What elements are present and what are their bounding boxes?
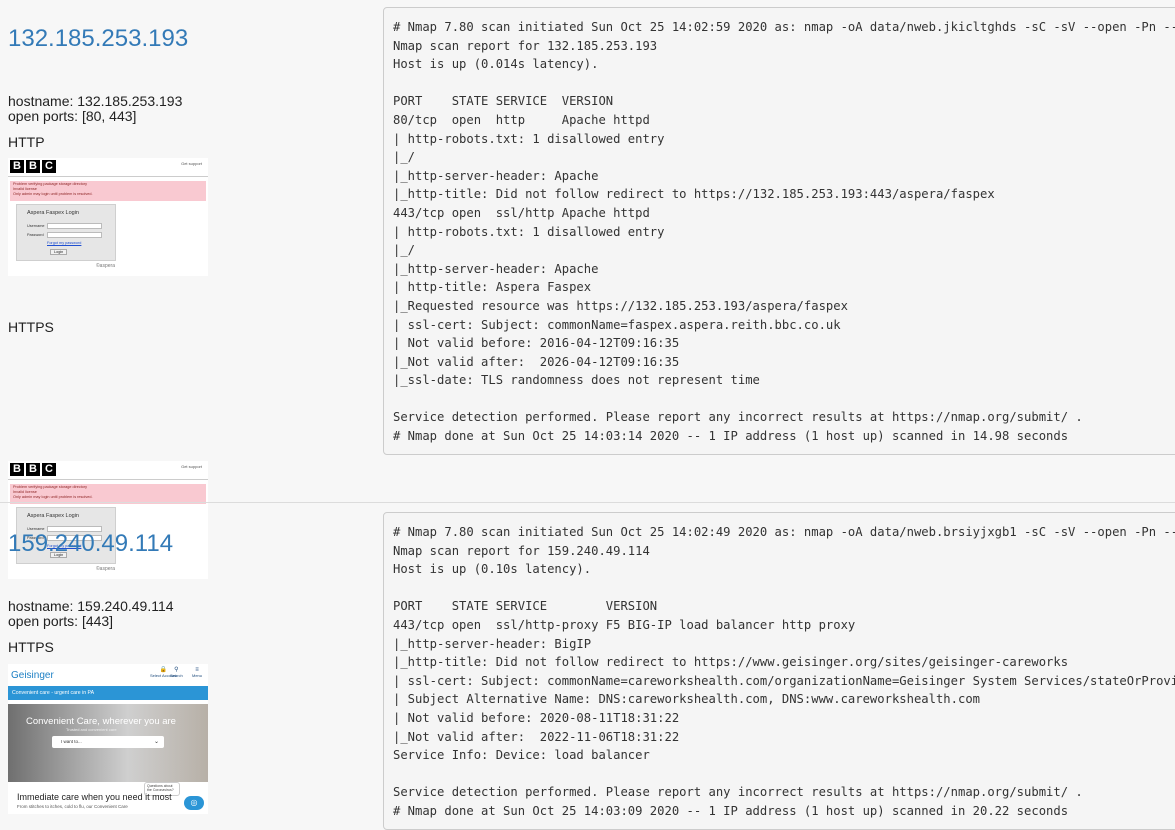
header-divider [8, 176, 208, 177]
nmap-output-line: |_http-server-header: BigIP [393, 636, 592, 651]
select-placeholder: I want to... [61, 739, 82, 744]
nav-label: Menu [192, 673, 203, 678]
nmap-output-line: 443/tcp open ssl/http-proxy F5 BIG-IP lo… [393, 617, 856, 632]
nav-search: ⚲ Search [170, 667, 183, 678]
open-ports-line: open ports: [80, 443] [8, 108, 137, 124]
nmap-output-line: | http-robots.txt: 1 disallowed entry [393, 224, 665, 239]
nmap-output[interactable]: # Nmap 7.80 scan initiated Sun Oct 25 14… [383, 512, 1175, 830]
bbc-logo: B B C [10, 463, 56, 476]
nmap-output-line [393, 390, 1173, 409]
immediate-care-text: From stitches to itches, cold to flu, ou… [17, 804, 128, 809]
nmap-output-line: |_/ [393, 150, 416, 165]
license-alert: Problem verifying package storage direct… [10, 484, 206, 504]
host-result: 159.240.49.114 hostname: 159.240.49.114 … [0, 503, 1175, 830]
nmap-output-line: Nmap scan report for 132.185.253.193 [393, 38, 658, 53]
nmap-output-line: | ssl-cert: Subject: commonName=faspex.a… [393, 317, 841, 332]
page-banner: Convenient care - urgent care in PA [8, 686, 208, 700]
hostname-line: hostname: 132.185.253.193 [8, 93, 183, 109]
host-ip-title[interactable]: 159.240.49.114 [8, 530, 173, 558]
nmap-output-line: | Not valid before: 2020-08-11T18:31:22 [393, 710, 680, 725]
nmap-output-line: |_ssl-date: TLS randomness does not repr… [393, 373, 760, 388]
https-screenshot[interactable]: Geisinger 🔒 Select Account ⚲ Search ≡ Me… [8, 664, 208, 814]
host-meta: hostname: 159.240.49.114 open ports: [44… [8, 599, 174, 629]
bbc-logo: B B C [10, 160, 56, 173]
nmap-output-line: # Nmap done at Sun Oct 25 14:03:09 2020 … [393, 803, 1069, 818]
protocol-label: HTTPS [8, 639, 54, 655]
nmap-output-line: # Nmap 7.80 scan initiated Sun Oct 25 14… [393, 20, 1175, 34]
nmap-output-line: # Nmap done at Sun Oct 25 14:03:14 2020 … [393, 429, 1069, 444]
chat-icon: ◎ [184, 796, 204, 810]
nmap-output-line: Service detection performed. Please repo… [393, 410, 1083, 425]
host-ip-title[interactable]: 132.185.253.193 [8, 25, 188, 53]
nmap-output-line: | Not valid before: 2016-04-12T09:16:35 [393, 336, 680, 351]
http-screenshot[interactable]: B B C Get support Problem verifying pack… [8, 158, 208, 276]
password-label: Password [27, 233, 44, 237]
nmap-output-line: # Nmap 7.80 scan initiated Sun Oct 25 14… [393, 525, 1175, 539]
forgot-password-link: Forgot my password [47, 241, 82, 245]
support-link: Get support [181, 161, 202, 166]
logo-letter: C [42, 463, 56, 476]
i-want-to-select: I want to... ⌄ [52, 736, 164, 748]
geisinger-logo: Geisinger [11, 670, 54, 681]
nmap-output-line: |_http-title: Did not follow redirect to… [393, 655, 1069, 670]
aspera-brand: ©aspera [96, 263, 115, 269]
nmap-output-line [393, 579, 1173, 598]
nmap-output-line: | ssl-cert: Subject: commonName=carework… [393, 673, 1175, 688]
nmap-output-line: Nmap scan report for 159.240.49.114 [393, 543, 650, 558]
nmap-output-line: | http-title: Aspera Faspex [393, 280, 592, 295]
nmap-output[interactable]: # Nmap 7.80 scan initiated Sun Oct 25 14… [383, 7, 1175, 455]
hero-subtitle: Trusted and convenient care [66, 727, 117, 732]
hostname-line: hostname: 159.240.49.114 [8, 598, 174, 614]
nmap-output-line [393, 765, 1173, 784]
hero-image: Convenient Care, wherever you are Truste… [8, 704, 208, 782]
protocol-label: HTTP [8, 134, 45, 150]
nmap-output-line: Service detection performed. Please repo… [393, 785, 1083, 800]
nav-label: Search [170, 673, 183, 678]
nmap-output-line: 443/tcp open ssl/http Apache httpd [393, 205, 650, 220]
hero-title: Convenient Care, wherever you are [26, 716, 176, 727]
login-button: Login [50, 249, 68, 255]
alert-line: Only admin may login until problem is re… [13, 192, 93, 196]
nmap-output-line: 80/tcp open http Apache httpd [393, 112, 650, 127]
nmap-output-line [393, 74, 1173, 93]
login-title: Aspera Faspex Login [27, 210, 79, 216]
nmap-output-line: PORT STATE SERVICE VERSION [393, 94, 614, 109]
login-panel: Aspera Faspex Login Username Password Fo… [16, 204, 116, 261]
logo-letter: B [26, 160, 40, 173]
nmap-output-line: |_Not valid after: 2026-04-12T09:16:35 [393, 354, 680, 369]
open-ports-line: open ports: [443] [8, 613, 114, 629]
nmap-output-line: |_http-title: Did not follow redirect to… [393, 187, 995, 202]
nmap-output-line: |_http-server-header: Apache [393, 261, 599, 276]
support-link: Get support [181, 464, 202, 469]
nav-menu: ≡ Menu [192, 667, 203, 678]
license-alert: Problem verifying package storage direct… [10, 181, 206, 201]
host-meta: hostname: 132.185.253.193 open ports: [8… [8, 94, 182, 124]
chevron-down-icon: ⌄ [153, 739, 159, 745]
nmap-output-line: |_/ [393, 243, 416, 258]
username-label: Username [27, 224, 45, 228]
logo-letter: B [26, 463, 40, 476]
nmap-output-line: |_Requested resource was https://132.185… [393, 298, 848, 313]
nmap-output-line: Host is up (0.10s latency). [393, 562, 592, 577]
nmap-output-line: PORT STATE SERVICE VERSION [393, 599, 658, 614]
username-field [47, 223, 102, 229]
nmap-output-line: | http-robots.txt: 1 disallowed entry [393, 131, 665, 146]
nmap-output-line: Service Info: Device: load balancer [393, 748, 650, 763]
nmap-output-line: |_http-server-header: Apache [393, 168, 599, 183]
header-divider [8, 479, 208, 480]
nmap-output-line: |_Not valid after: 2022-11-06T18:31:22 [393, 729, 680, 744]
nmap-output-line: | Subject Alternative Name: DNS:carework… [393, 692, 980, 707]
host-result: 132.185.253.193 hostname: 132.185.253.19… [0, 0, 1175, 579]
protocol-label: HTTPS [8, 319, 54, 335]
logo-letter: C [42, 160, 56, 173]
password-field [47, 232, 102, 238]
alert-line: Only admin may login until problem is re… [13, 495, 93, 499]
nmap-output-line: Host is up (0.014s latency). [393, 57, 599, 72]
logo-letter: B [10, 160, 24, 173]
immediate-care-heading: Immediate care when you need it most [17, 792, 172, 802]
logo-letter: B [10, 463, 24, 476]
